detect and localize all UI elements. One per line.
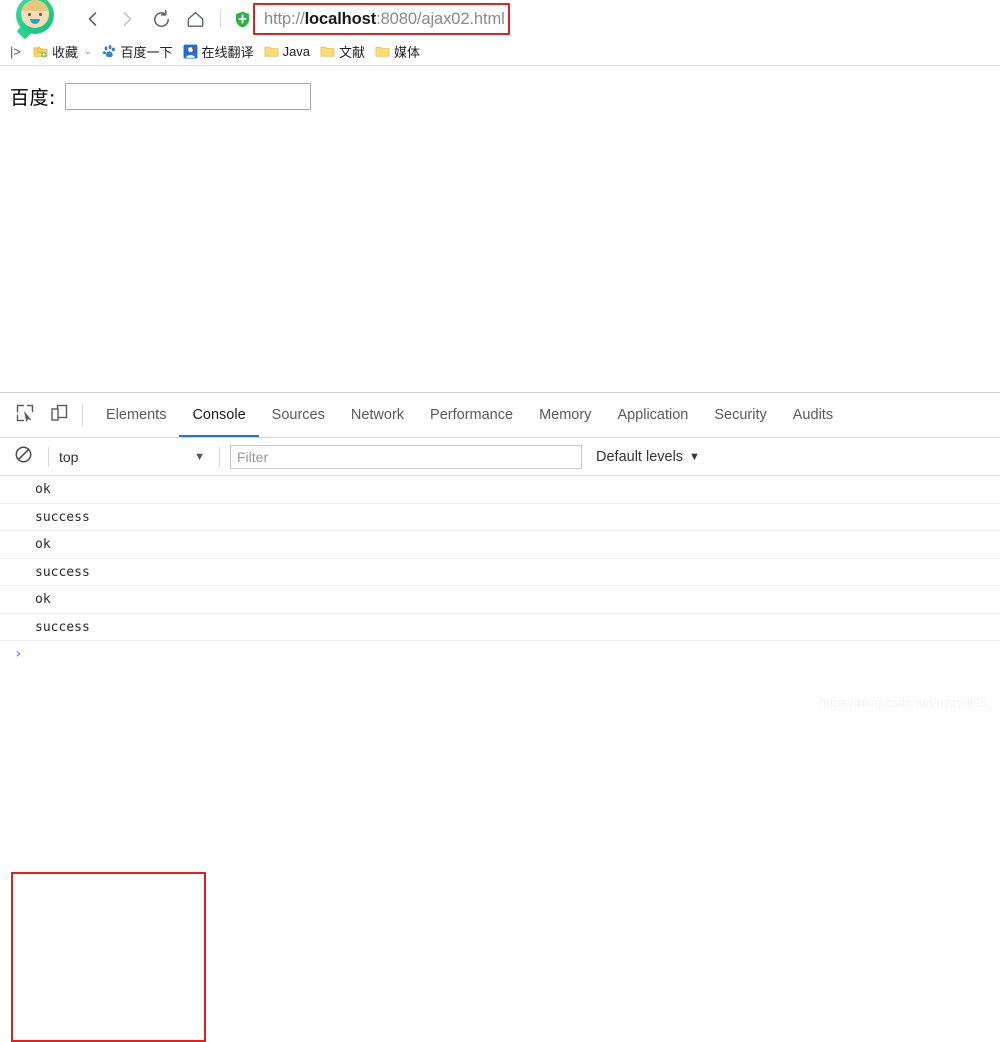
browser-toolbar: http://localhost:8080/ajax02.html [0,0,1000,40]
console-input-prompt[interactable]: › [0,641,1000,667]
tab-security[interactable]: Security [701,393,779,437]
watermark: https://blog.csdn.net/nzzynl95_ [819,696,994,710]
tab-audits[interactable]: Audits [780,393,846,437]
devtools-divider [82,404,83,426]
reload-icon [151,9,172,30]
toolbar-divider [220,9,221,29]
console-divider-1 [48,446,49,467]
bookmark-java[interactable]: Java [264,44,310,59]
chevron-down-icon: ▼ [194,450,205,463]
avatar-face [21,0,49,28]
baidu-search-input[interactable] [64,83,311,110]
console-message[interactable]: success [0,559,1000,586]
bookmark-shoucang[interactable]: 收藏 ⌄ [33,42,92,61]
bookmark-label: 收藏 [51,45,78,60]
tab-elements[interactable]: Elements [93,393,179,437]
console-context-value: top [59,448,79,465]
baidu-paw-icon [102,44,117,59]
folder-icon [320,44,335,59]
console-levels-selector[interactable]: Default levels ▼ [596,449,700,465]
device-toolbar-icon [49,403,69,428]
bookmark-label: 百度一下 [120,45,173,60]
reload-button[interactable] [144,2,178,36]
console-filter-input[interactable] [230,444,582,469]
inspect-element-icon [15,403,35,428]
security-shield-icon[interactable] [235,11,250,28]
inspect-element-button[interactable] [8,398,42,432]
chevron-down-icon: ▼ [689,450,700,463]
baidu-label: 百度: [10,87,56,109]
console-toolbar: top ▼ Default levels ▼ [0,438,1000,476]
console-levels-value: Default levels [596,448,684,465]
bookmark-wenxian[interactable]: 文献 [320,42,365,61]
back-arrow-icon [83,9,103,29]
tab-network[interactable]: Network [338,393,417,437]
bookmark-label: 媒体 [394,45,421,60]
console-message[interactable]: success [0,614,1000,641]
prompt-chevron-icon: › [14,646,23,662]
console-context-selector[interactable]: top ▼ [59,449,209,465]
bookmark-baidu[interactable]: 百度一下 [102,42,173,61]
home-button[interactable] [178,2,212,36]
avatar-mouth [30,19,40,24]
page-viewport: 百度: [0,66,1000,383]
bookmark-label: Java [282,44,311,59]
console-message-list: ok success ok success ok success › [0,476,1000,667]
console-divider-2 [219,446,220,467]
avatar-eye-right [39,13,42,16]
console-message[interactable]: ok [0,531,1000,559]
tab-sources[interactable]: Sources [259,393,338,437]
tab-console[interactable]: Console [179,393,259,437]
clear-console-button[interactable] [8,442,38,472]
baidu-form-row: 百度: [10,83,1000,110]
bookmark-meiti[interactable]: 媒体 [375,42,420,61]
address-bar-url: http://localhost:8080/ajax02.html [264,9,505,28]
tab-memory[interactable]: Memory [526,393,604,437]
star-folder-icon [33,44,48,59]
bookmarks-expand-icon[interactable]: |> [10,45,21,58]
console-message[interactable]: ok [0,476,1000,504]
forward-arrow-icon [117,9,137,29]
tab-application[interactable]: Application [604,393,701,437]
device-toolbar-button[interactable] [42,398,76,432]
tab-performance[interactable]: Performance [417,393,526,437]
devtools-tabbar: Elements Console Sources Network Perform… [0,393,1000,438]
devtools-panel: Elements Console Sources Network Perform… [0,392,1000,1042]
avatar-eye-left [28,13,31,16]
bookmark-label: 文献 [339,45,366,60]
forward-button[interactable] [110,2,144,36]
folder-icon [264,44,279,59]
bookmarks-bar: |> 收藏 ⌄ 百度一下 在线翻译 Java 文献 媒体 [0,38,1000,66]
translate-person-icon [183,44,198,59]
console-message[interactable]: ok [0,586,1000,614]
back-button[interactable] [76,2,110,36]
console-message[interactable]: success [0,504,1000,531]
bookmark-label: 在线翻译 [201,45,254,60]
omnibox[interactable]: http://localhost:8080/ajax02.html [235,5,996,34]
clear-console-icon [14,445,33,469]
avatar-hair [21,0,49,11]
home-icon [185,9,206,30]
profile-avatar[interactable] [16,0,54,40]
folder-icon [375,44,390,59]
bookmark-translate[interactable]: 在线翻译 [183,42,254,61]
chevron-down-icon[interactable]: ⌄ [84,46,92,57]
console-annotation-rectangle [11,872,206,1042]
address-bar[interactable]: http://localhost:8080/ajax02.html [256,5,513,34]
